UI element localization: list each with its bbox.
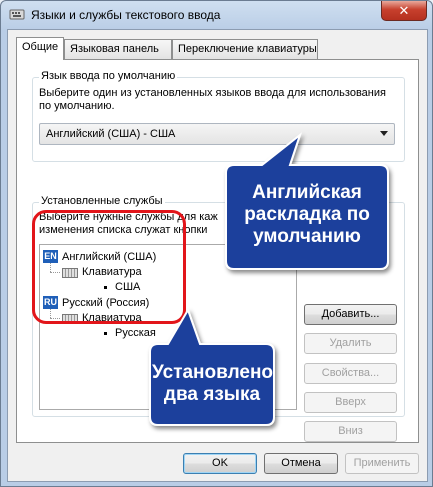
callout-line: раскладка по [244, 204, 370, 225]
callout-default-layout-text: Английская раскладка по умолчанию [232, 182, 382, 248]
callout-line: Английская [252, 182, 362, 203]
callout-two-languages-text: Установлено два языка [152, 362, 274, 406]
callout-line: Установлено [152, 362, 274, 383]
callout-line: умолчанию [253, 226, 361, 247]
tab-general[interactable]: Общие [16, 37, 64, 60]
callout-line: два языка [163, 384, 261, 405]
tab-label: Общие [22, 41, 59, 53]
